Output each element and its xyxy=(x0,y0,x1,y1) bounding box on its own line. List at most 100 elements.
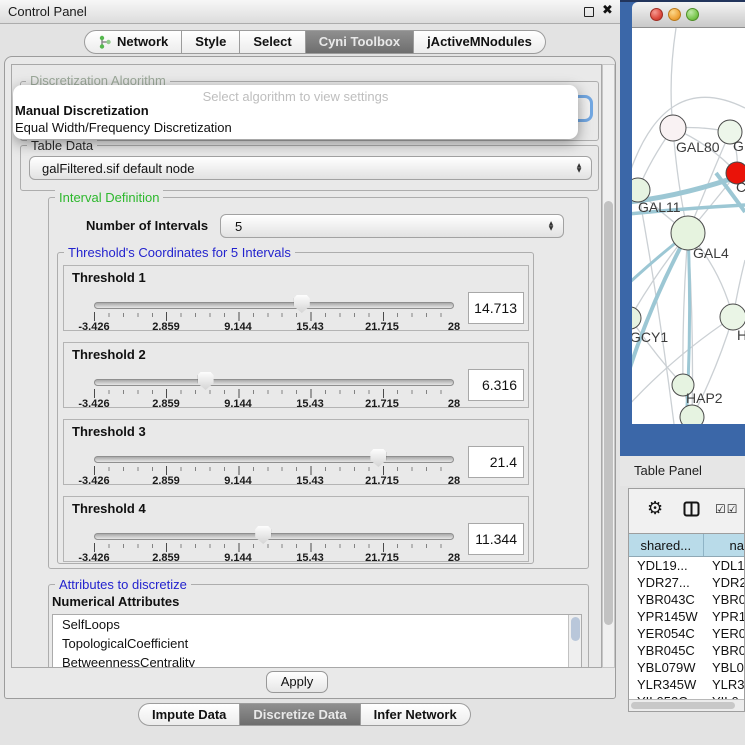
cell-shared-name[interactable]: YDR27... xyxy=(629,574,707,591)
thresholds-group: Threshold's Coordinates for 5 Intervals … xyxy=(57,252,534,564)
attribute-list-item[interactable]: SelfLoops xyxy=(53,615,581,634)
split-columns-icon[interactable] xyxy=(683,501,700,518)
table-row[interactable]: YBR045CYBR0 xyxy=(629,642,744,659)
minimize-traffic-light-icon[interactable] xyxy=(668,8,681,21)
threshold-slider-thumb[interactable] xyxy=(198,372,214,390)
slider-ticks xyxy=(94,312,455,321)
table-row[interactable]: YPR145WYPR1 xyxy=(629,608,744,625)
attribute-list-item[interactable]: BetweennessCentrality xyxy=(53,653,581,668)
scale-tick-label: 21.715 xyxy=(352,552,412,564)
scale-tick-label: 2.859 xyxy=(136,475,196,487)
threshold-panel: Threshold 2 -3.4262.8599.14415.4321.7152… xyxy=(63,342,529,408)
panel-scrollbar[interactable] xyxy=(602,64,615,668)
tab-style[interactable]: Style xyxy=(182,30,240,54)
tab-impute-data[interactable]: Impute Data xyxy=(138,703,240,726)
threshold-slider-track[interactable] xyxy=(94,379,454,386)
threshold-slider-thumb[interactable] xyxy=(255,526,271,544)
cell-name[interactable]: YDR2 xyxy=(707,574,744,591)
close-traffic-light-icon[interactable] xyxy=(650,8,663,21)
threshold-value-field[interactable]: 11.344 xyxy=(468,523,524,555)
table-row[interactable]: YDL19...YDL1 xyxy=(629,557,744,574)
cell-shared-name[interactable]: YPR145W xyxy=(629,608,707,625)
cell-shared-name[interactable]: YBL079W xyxy=(629,659,707,676)
table-row[interactable]: YER054CYER0 xyxy=(629,625,744,642)
network-canvas[interactable]: GAL80GCGAL11GAL4GCY1HHAP2 xyxy=(632,28,745,424)
tab-network[interactable]: Network xyxy=(84,30,182,54)
threshold-slider-track[interactable] xyxy=(94,533,454,540)
numerical-attributes-label: Numerical Attributes xyxy=(52,594,179,609)
scale-tick-label: 21.715 xyxy=(352,398,412,410)
number-of-intervals-label: Number of Intervals xyxy=(86,218,208,233)
threshold-label: Threshold 3 xyxy=(72,424,146,439)
network-node xyxy=(632,307,641,329)
network-edge xyxy=(638,190,674,424)
scale-tick-label: -3.426 xyxy=(64,552,124,564)
close-icon[interactable]: ✖ xyxy=(602,3,613,18)
column-header-shared-name[interactable]: shared... xyxy=(629,534,704,556)
tab-discretize-data[interactable]: Discretize Data xyxy=(240,703,360,726)
cell-name[interactable]: YDL1 xyxy=(707,557,744,574)
cell-name[interactable]: YBR0 xyxy=(707,591,744,608)
float-window-icon[interactable] xyxy=(584,7,594,17)
slider-scale-labels: -3.4262.8599.14415.4321.71528 xyxy=(94,552,455,564)
attributes-group-label: Attributes to discretize xyxy=(55,577,191,592)
attributes-scrollbar[interactable] xyxy=(568,615,581,668)
scale-tick-label: 15.43 xyxy=(280,475,340,487)
table-row[interactable]: YDR27...YDR2 xyxy=(629,574,744,591)
thresholds-group-label: Threshold's Coordinates for 5 Intervals xyxy=(64,245,295,260)
tab-infer-network[interactable]: Infer Network xyxy=(361,703,471,726)
threshold-panel: Threshold 1 -3.4262.8599.14415.4321.7152… xyxy=(63,265,529,331)
slider-scale-labels: -3.4262.8599.14415.4321.71528 xyxy=(94,321,455,333)
table-row[interactable]: YLR345WYLR3 xyxy=(629,676,744,693)
numerical-attributes-list[interactable]: SelfLoopsTopologicalCoefficientBetweenne… xyxy=(52,614,582,668)
cell-name[interactable]: YER0 xyxy=(707,625,744,642)
threshold-slider-track[interactable] xyxy=(94,456,454,463)
table-data-combo[interactable]: galFiltered.sif default node ▲▼ xyxy=(29,156,592,180)
scale-tick-label: 9.144 xyxy=(208,398,268,410)
table-row[interactable]: YBR043CYBR0 xyxy=(629,591,744,608)
threshold-slider-thumb[interactable] xyxy=(370,449,386,467)
cell-name[interactable]: YBR0 xyxy=(707,642,744,659)
option-manual-discretization[interactable]: Manual Discretization xyxy=(15,103,149,118)
threshold-value-field[interactable]: 14.713 xyxy=(468,292,524,324)
checkbox-checked-icon[interactable]: ☑☑ xyxy=(715,502,739,516)
threshold-slider-thumb[interactable] xyxy=(294,295,310,313)
network-node-label: GCY1 xyxy=(632,329,668,345)
cell-shared-name[interactable]: YLR345W xyxy=(629,676,707,693)
cell-name[interactable]: YPR1 xyxy=(707,608,744,625)
cell-shared-name[interactable]: YBR045C xyxy=(629,642,707,659)
threshold-value-field[interactable]: 21.4 xyxy=(468,446,524,478)
network-node xyxy=(680,405,704,424)
zoom-traffic-light-icon[interactable] xyxy=(686,8,699,21)
cell-shared-name[interactable]: YER054C xyxy=(629,625,707,642)
gear-icon[interactable]: ⚙ xyxy=(647,498,663,519)
window-title: Control Panel xyxy=(8,4,87,19)
threshold-label: Threshold 2 xyxy=(72,347,146,362)
threshold-value-field[interactable]: 6.316 xyxy=(468,369,524,401)
tab-select[interactable]: Select xyxy=(240,30,305,54)
network-window-titlebar[interactable] xyxy=(632,2,745,28)
network-node-label: C xyxy=(736,179,745,195)
option-equal-width-frequency[interactable]: Equal Width/Frequency Discretization xyxy=(15,120,232,135)
slider-scale-labels: -3.4262.8599.14415.4321.71528 xyxy=(94,475,455,487)
table-horizontal-scrollbar[interactable] xyxy=(629,699,744,711)
tab-cyni-toolbox[interactable]: Cyni Toolbox xyxy=(306,30,414,54)
table-panel-titlebar: Table Panel xyxy=(620,456,745,486)
apply-button[interactable]: Apply xyxy=(266,671,328,693)
cell-name[interactable]: YLR3 xyxy=(707,676,744,693)
tab-network-label: Network xyxy=(117,31,168,53)
cell-name[interactable]: YBL0 xyxy=(707,659,744,676)
panel-scrollbar-thumb[interactable] xyxy=(604,201,613,625)
number-of-intervals-combo[interactable]: 5 ▲▼ xyxy=(220,214,564,238)
threshold-slider-track[interactable] xyxy=(94,302,454,309)
network-node-label: GAL80 xyxy=(676,139,720,155)
cell-shared-name[interactable]: YBR043C xyxy=(629,591,707,608)
tab-jactivemnodules[interactable]: jActiveMNodules xyxy=(414,30,546,54)
cell-shared-name[interactable]: YDL19... xyxy=(629,557,707,574)
column-header-name[interactable]: na xyxy=(704,534,744,556)
attribute-list-item[interactable]: TopologicalCoefficient xyxy=(53,634,581,653)
table-row[interactable]: YBL079WYBL0 xyxy=(629,659,744,676)
table-toolbar: ⚙ ☑☑ xyxy=(629,489,744,533)
scale-tick-label: -3.426 xyxy=(64,398,124,410)
scale-tick-label: 21.715 xyxy=(352,475,412,487)
